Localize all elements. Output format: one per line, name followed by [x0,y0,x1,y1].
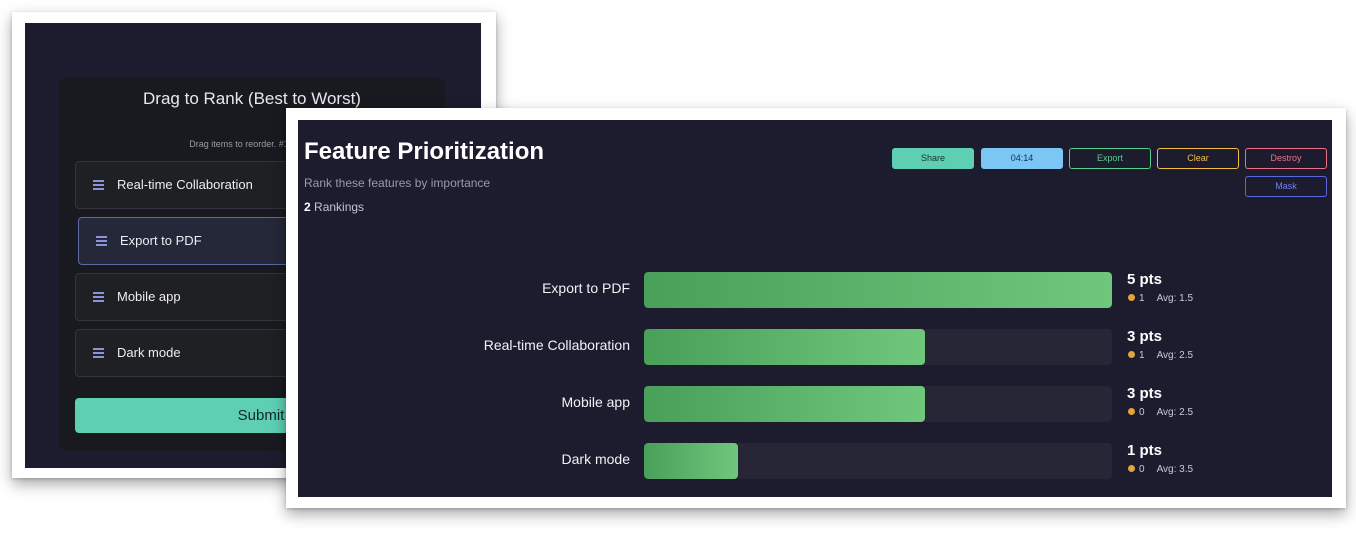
average-rank: Avg: 2.5 [1156,350,1194,361]
mask-button[interactable]: Mask [1245,176,1327,197]
medal-icon [1128,407,1135,415]
score-bar-track [644,272,1112,308]
score-bar-fill [644,272,1112,308]
drag-handle-icon[interactable] [93,292,104,302]
feature-meta: 0 Avg: 2.5 [1128,407,1193,418]
rank-item-label: Export to PDF [120,233,202,248]
rankings-count: 2 Rankings [304,200,364,214]
feature-label: Real-time Collaboration [483,337,630,353]
feature-meta: 0 Avg: 3.5 [1128,464,1193,475]
first-place-count: 1 [1139,293,1145,304]
page-subtitle: Rank these features by importance [304,176,491,190]
drag-handle-icon[interactable] [93,348,104,358]
average-rank: Avg: 3.5 [1156,464,1194,475]
feature-row: Export to PDF 5 pts 1 Avg: 1.5 [298,269,1332,309]
medal-icon [1128,293,1135,301]
rank-item-label: Mobile app [117,289,181,304]
points-text: 1 pts [1127,442,1163,459]
score-bar-fill [644,386,925,422]
points-text: 5 pts [1127,271,1163,288]
timer-button[interactable]: 04:14 [981,148,1063,169]
rank-item-label: Dark mode [117,345,181,360]
feature-label: Export to PDF [542,280,630,296]
page-title: Feature Prioritization [304,138,545,165]
export-button[interactable]: Export [1069,148,1151,169]
points-text: 3 pts [1127,385,1163,402]
rank-title: Drag to Rank (Best to Worst) [143,89,361,108]
average-rank: Avg: 1.5 [1156,293,1194,304]
share-button[interactable]: Share [892,148,974,169]
score-bar-track [644,443,1112,479]
feature-label: Dark mode [561,451,630,467]
medal-icon [1128,350,1135,358]
score-bar-fill [644,443,738,479]
points-text: 3 pts [1127,328,1163,345]
results-window: Feature Prioritization Rank these featur… [286,108,1346,508]
feature-row: Real-time Collaboration 3 pts 1 Avg: 2.5 [298,326,1332,366]
score-bar-track [644,329,1112,365]
drag-handle-icon[interactable] [96,236,107,246]
drag-handle-icon[interactable] [93,180,104,190]
feature-meta: 1 Avg: 1.5 [1128,293,1193,304]
rankings-label: Rankings [314,200,365,214]
score-bar-fill [644,329,925,365]
rankings-number: 2 [304,200,311,214]
feature-row: Dark mode 1 pts 0 Avg: 3.5 [298,440,1332,480]
first-place-count: 0 [1139,407,1145,418]
destroy-button[interactable]: Destroy [1245,148,1327,169]
score-bar-track [644,386,1112,422]
results-screen: Feature Prioritization Rank these featur… [298,120,1332,497]
average-rank: Avg: 2.5 [1156,407,1194,418]
rank-item-label: Real-time Collaboration [117,177,253,192]
feature-meta: 1 Avg: 2.5 [1128,350,1193,361]
first-place-count: 0 [1139,464,1145,475]
feature-row: Mobile app 3 pts 0 Avg: 2.5 [298,383,1332,423]
feature-label: Mobile app [561,394,631,410]
first-place-count: 1 [1139,350,1145,361]
medal-icon [1128,464,1135,472]
clear-button[interactable]: Clear [1157,148,1239,169]
